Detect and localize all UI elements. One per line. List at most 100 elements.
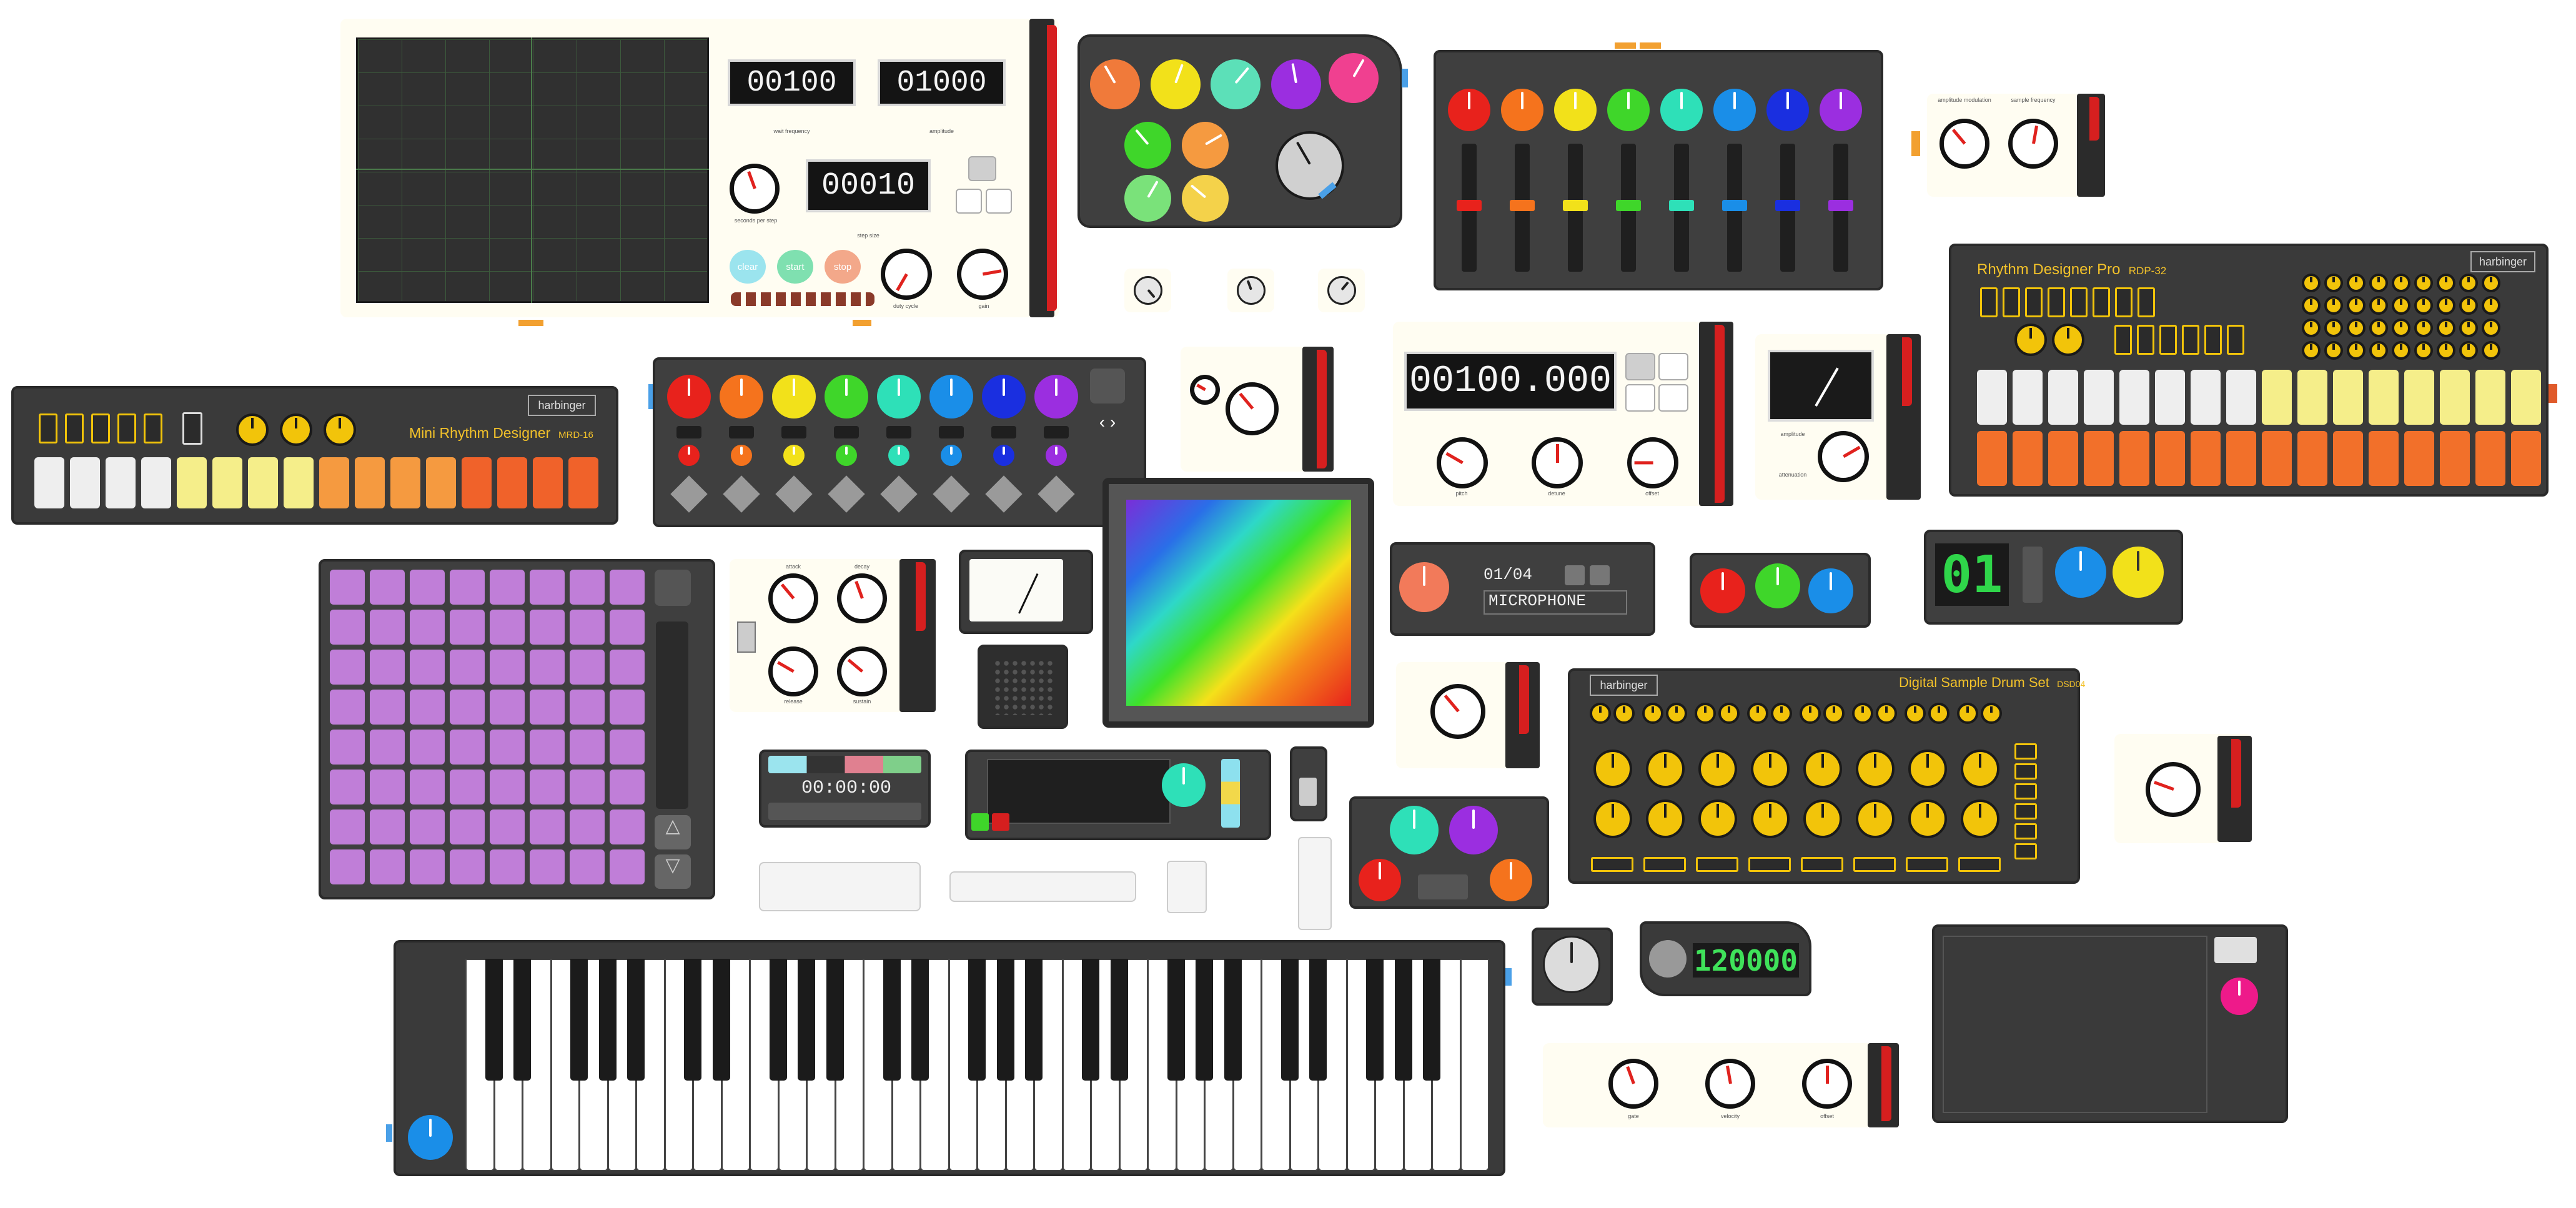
dsd-knob-1-1[interactable] xyxy=(1593,750,1632,788)
rdp-ctrl-3[interactable] xyxy=(2025,287,2043,317)
rdp-pad-top-14[interactable] xyxy=(2440,370,2470,425)
mrd-pad-9[interactable] xyxy=(319,457,349,508)
seq8-switch-6[interactable] xyxy=(939,426,964,438)
mrd-pad-11[interactable] xyxy=(390,457,420,508)
dsd-knob-4-2[interactable] xyxy=(1751,800,1790,838)
grid-pad-2-6[interactable] xyxy=(530,610,565,645)
seq8-nav-icon[interactable]: ‹ › xyxy=(1090,412,1125,447)
seq8-knob-5[interactable] xyxy=(877,375,921,418)
mrd-knob-1[interactable] xyxy=(236,413,269,446)
mixer-fader-4[interactable] xyxy=(1616,200,1641,211)
black-key-19[interactable] xyxy=(996,959,1014,1081)
rdp-pad-bottom-15[interactable] xyxy=(2475,431,2505,486)
grid-pad-1-7[interactable] xyxy=(570,570,605,605)
small-switch[interactable] xyxy=(1299,778,1317,806)
padgrid-up-button[interactable]: △ xyxy=(655,815,691,849)
transport-buttons-top[interactable] xyxy=(768,756,921,773)
rdp-pad-top-11[interactable] xyxy=(2333,370,2363,425)
grid-pad-1-2[interactable] xyxy=(370,570,405,605)
fx-mode-selector[interactable] xyxy=(1418,874,1468,899)
env-small-knob[interactable] xyxy=(1190,375,1220,405)
grid-pad-7-4[interactable] xyxy=(450,809,485,844)
mini-knob-c-dial[interactable] xyxy=(1327,276,1356,305)
mic-gain-knob[interactable] xyxy=(1399,562,1449,612)
mrd-pad-10[interactable] xyxy=(355,457,385,508)
black-key-11[interactable] xyxy=(769,959,787,1081)
grid-pad-4-7[interactable] xyxy=(570,690,605,725)
mrd-ctrl-4[interactable] xyxy=(117,413,136,443)
grid-pad-7-3[interactable] xyxy=(410,809,445,844)
grid-pad-7-1[interactable] xyxy=(330,809,365,844)
synth-knob-yellow-2[interactable] xyxy=(1182,175,1229,222)
seq8-small-knob-2[interactable] xyxy=(731,445,752,466)
mixer-knob-3[interactable] xyxy=(1554,89,1597,131)
black-key-1[interactable] xyxy=(485,959,503,1081)
mini-knob-b-dial[interactable] xyxy=(1237,276,1266,305)
transport-controls[interactable] xyxy=(768,803,921,820)
fx-teal-knob[interactable] xyxy=(1390,806,1439,854)
synth-knob-green-2[interactable] xyxy=(1124,175,1171,222)
adsr-decay-knob[interactable] xyxy=(837,573,887,623)
rdp-pad-top-13[interactable] xyxy=(2404,370,2434,425)
rdp-pad-top-9[interactable] xyxy=(2262,370,2292,425)
dsd-knob-7-2[interactable] xyxy=(1908,800,1947,838)
rdp-dial-1-1[interactable] xyxy=(2302,274,2321,292)
grid-pad-3-2[interactable] xyxy=(370,650,405,685)
rdp-dial-3-1[interactable] xyxy=(2302,319,2321,337)
rdp-pad-top-5[interactable] xyxy=(2119,370,2149,425)
synth-knob-teal[interactable] xyxy=(1211,59,1261,109)
rdp-dial-4-9[interactable] xyxy=(2482,341,2500,360)
sampler-rec-button[interactable] xyxy=(992,813,1009,831)
rdp-pad-top-6[interactable] xyxy=(2155,370,2185,425)
mrd-pad-15[interactable] xyxy=(533,457,563,508)
rgb-green-knob[interactable] xyxy=(1755,563,1800,608)
rdp-dial-3-7[interactable] xyxy=(2437,319,2455,337)
grid-pad-5-6[interactable] xyxy=(530,730,565,765)
grid-pad-3-1[interactable] xyxy=(330,650,365,685)
dsd-side-2[interactable] xyxy=(2014,763,2037,780)
padgrid-headphone-icon[interactable] xyxy=(655,570,691,606)
mixer-knob-2[interactable] xyxy=(1501,89,1543,131)
seq-offset-knob[interactable] xyxy=(1802,1059,1852,1109)
black-key-16[interactable] xyxy=(911,959,929,1081)
rdp-dial-3-4[interactable] xyxy=(2369,319,2388,337)
grid-pad-3-7[interactable] xyxy=(570,650,605,685)
grid-pad-3-5[interactable] xyxy=(490,650,525,685)
grid-pad-7-7[interactable] xyxy=(570,809,605,844)
dsd-trigger-7[interactable] xyxy=(1906,857,1948,872)
dsd-trigger-2[interactable] xyxy=(1643,857,1686,872)
dsd-trigger-8[interactable] xyxy=(1958,857,2001,872)
mixer-fader-3[interactable] xyxy=(1563,200,1588,211)
rdp-pad-bottom-7[interactable] xyxy=(2191,431,2221,486)
fx-red-knob[interactable] xyxy=(1359,859,1401,901)
grid-pad-2-4[interactable] xyxy=(450,610,485,645)
grid-pad-1-5[interactable] xyxy=(490,570,525,605)
grid-pad-8-8[interactable] xyxy=(610,849,645,884)
rdp-pad-bottom-3[interactable] xyxy=(2048,431,2078,486)
synth-knob-green-1[interactable] xyxy=(1124,122,1171,169)
osc-offset-knob[interactable] xyxy=(1627,437,1678,488)
grid-pad-4-8[interactable] xyxy=(610,690,645,725)
mrd-pad-5[interactable] xyxy=(177,457,207,508)
rdp-dial-1-7[interactable] xyxy=(2437,274,2455,292)
dsd-trigger-4[interactable] xyxy=(1748,857,1791,872)
mrd-pad-1[interactable] xyxy=(34,457,64,508)
grid-pad-1-1[interactable] xyxy=(330,570,365,605)
rdp-ctrl2-1[interactable] xyxy=(2114,325,2132,355)
rdp-dial-1-9[interactable] xyxy=(2482,274,2500,292)
mrd-pad-14[interactable] xyxy=(497,457,527,508)
mixer-knob-6[interactable] xyxy=(1713,89,1756,131)
scope-duty-knob[interactable] xyxy=(881,249,932,300)
mrd-pad-6[interactable] xyxy=(212,457,242,508)
rdp-ctrl2-4[interactable] xyxy=(2182,325,2199,355)
xy-freeze-button[interactable] xyxy=(2214,937,2257,963)
xy-pad-surface[interactable] xyxy=(1943,936,2207,1113)
adsr-switch[interactable] xyxy=(737,621,756,653)
grid-pad-6-6[interactable] xyxy=(530,770,565,805)
rdp-dial-3-6[interactable] xyxy=(2414,319,2433,337)
osc-wave-square[interactable] xyxy=(1625,384,1655,412)
mixer-knob-4[interactable] xyxy=(1607,89,1650,131)
rdp-ctrl-7[interactable] xyxy=(2115,287,2133,317)
grid-pad-5-8[interactable] xyxy=(610,730,645,765)
adsr-release-knob[interactable] xyxy=(768,646,818,696)
